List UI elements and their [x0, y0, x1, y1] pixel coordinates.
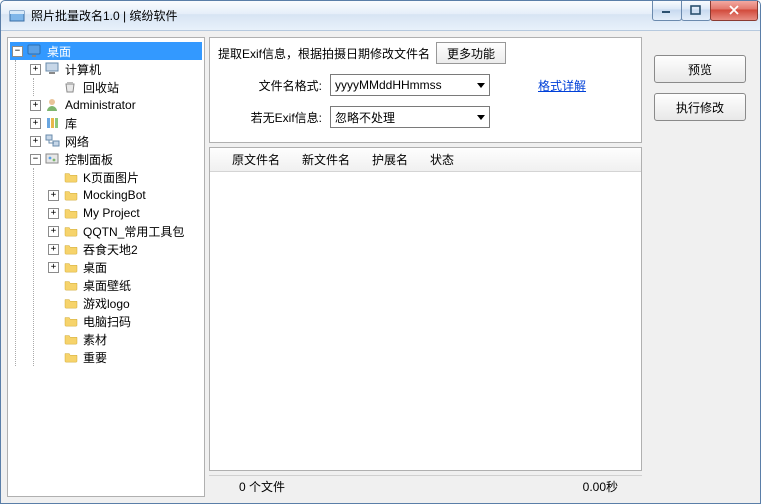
list-header: 原文件名 新文件名 护展名 状态 [210, 148, 641, 172]
tree-label: My Project [83, 206, 140, 220]
folder-icon [63, 331, 79, 347]
tree-label: 重要 [83, 349, 107, 366]
folder-tree[interactable]: − 桌面 + 计算机 回收站 [7, 37, 205, 497]
tree-label: 电脑扫码 [83, 313, 131, 330]
tree-node-folder[interactable]: + 吞食天地2 [46, 240, 202, 258]
tree-node-folder[interactable]: 素材 [46, 330, 202, 348]
folder-icon [63, 349, 79, 365]
col-original[interactable]: 原文件名 [232, 151, 280, 168]
tree-node-folder[interactable]: + My Project [46, 204, 202, 222]
elapsed-time: 0.00秒 [583, 478, 618, 495]
noexif-combo[interactable]: 忽略不处理 [330, 106, 490, 128]
tree-node-network[interactable]: + 网络 [28, 132, 202, 150]
panel-description: 提取Exif信息，根据拍摄日期修改文件名 [218, 43, 430, 64]
col-ext[interactable]: 护展名 [372, 151, 408, 168]
tree-label: 游戏logo [83, 295, 130, 312]
folder-icon [63, 241, 79, 257]
expand-icon[interactable]: + [30, 136, 41, 147]
list-body [210, 172, 641, 470]
tree-label: 素材 [83, 331, 107, 348]
tree-node-admin[interactable]: + Administrator [28, 96, 202, 114]
controlpanel-icon [45, 151, 61, 167]
folder-icon [63, 313, 79, 329]
folder-icon [63, 277, 79, 293]
tree-node-folder[interactable]: K页面图片 [46, 168, 202, 186]
tree-node-library[interactable]: + 库 [28, 114, 202, 132]
expand-icon[interactable]: + [30, 118, 41, 129]
tree-node-computer[interactable]: + 计算机 [28, 60, 202, 78]
col-status[interactable]: 状态 [430, 151, 454, 168]
file-list[interactable]: 原文件名 新文件名 护展名 状态 [209, 147, 642, 471]
tree-label: 桌面 [83, 259, 107, 276]
col-new[interactable]: 新文件名 [302, 151, 350, 168]
chevron-down-icon [477, 115, 485, 120]
tree-label: 桌面 [47, 43, 71, 60]
maximize-button[interactable] [681, 1, 711, 21]
tree-label: 吞食天地2 [83, 241, 138, 258]
folder-icon [63, 223, 79, 239]
tree-node-recycle[interactable]: 回收站 [46, 78, 202, 96]
expand-icon[interactable]: + [48, 244, 59, 255]
tree-node-folder[interactable]: + MockingBot [46, 186, 202, 204]
tree-node-folder[interactable]: + 桌面 [46, 258, 202, 276]
more-functions-button[interactable]: 更多功能 [436, 42, 506, 64]
expand-icon[interactable]: + [48, 262, 59, 273]
tree-node-folder[interactable]: 电脑扫码 [46, 312, 202, 330]
user-icon [45, 97, 61, 113]
collapse-icon[interactable]: − [30, 154, 41, 165]
network-icon [45, 133, 61, 149]
folder-icon [63, 205, 79, 221]
collapse-icon[interactable]: − [12, 46, 23, 57]
close-button[interactable] [710, 1, 758, 21]
action-panel: 预览 执行修改 [646, 37, 754, 497]
folder-icon [63, 295, 79, 311]
chevron-down-icon [477, 83, 485, 88]
tree-node-folder[interactable]: 游戏logo [46, 294, 202, 312]
library-icon [45, 115, 61, 131]
tree-label: MockingBot [83, 188, 146, 202]
format-label: 文件名格式: [222, 77, 322, 94]
tree-label: 桌面壁纸 [83, 277, 131, 294]
expand-icon[interactable]: + [30, 64, 41, 75]
file-count: 0 个文件 [239, 478, 285, 495]
tree-label: QQTN_常用工具包 [83, 223, 184, 240]
folder-icon [63, 169, 79, 185]
execute-button[interactable]: 执行修改 [654, 93, 746, 121]
settings-panel: 提取Exif信息，根据拍摄日期修改文件名 更多功能 文件名格式: yyyyMMd… [209, 37, 642, 143]
expand-icon[interactable]: + [30, 100, 41, 111]
filename-format-combo[interactable]: yyyyMMddHHmmss [330, 74, 490, 96]
tree-node-folder[interactable]: + QQTN_常用工具包 [46, 222, 202, 240]
expand-icon[interactable]: + [48, 208, 59, 219]
expand-icon[interactable]: + [48, 190, 59, 201]
tree-node-folder[interactable]: 桌面壁纸 [46, 276, 202, 294]
desktop-icon [27, 43, 43, 59]
app-icon [9, 8, 25, 24]
computer-icon [45, 61, 61, 77]
recycle-icon [63, 79, 79, 95]
tree-node-desktop[interactable]: − 桌面 [10, 42, 202, 60]
noexif-label: 若无Exif信息: [222, 109, 322, 126]
preview-button[interactable]: 预览 [654, 55, 746, 83]
window-title: 照片批量改名1.0 | 缤纷软件 [31, 7, 653, 24]
minimize-button[interactable] [652, 1, 682, 21]
expand-icon[interactable]: + [48, 226, 59, 237]
tree-node-folder[interactable]: 重要 [46, 348, 202, 366]
status-bar: 0 个文件 0.00秒 [209, 475, 642, 497]
titlebar: 照片批量改名1.0 | 缤纷软件 [1, 1, 760, 31]
format-help-link[interactable]: 格式详解 [538, 77, 586, 94]
tree-node-controlpanel[interactable]: − 控制面板 [28, 150, 202, 168]
folder-icon [63, 259, 79, 275]
folder-icon [63, 187, 79, 203]
tree-label: K页面图片 [83, 169, 139, 186]
